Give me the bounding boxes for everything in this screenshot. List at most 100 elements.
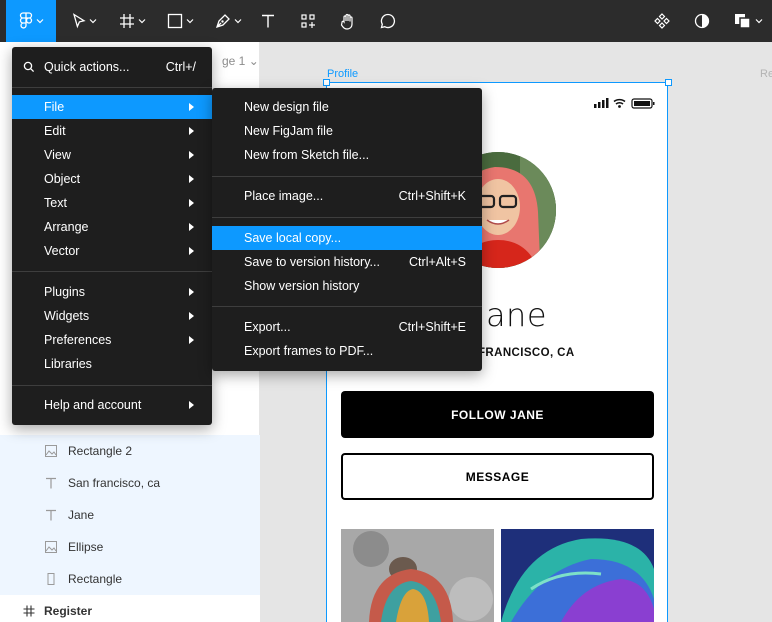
move-tool-button[interactable] xyxy=(66,0,102,42)
menu-item-object[interactable]: Object xyxy=(12,167,212,191)
chevron-right-icon xyxy=(189,127,194,135)
menu-item-label: New design file xyxy=(244,100,329,114)
menu-item-label: Object xyxy=(44,172,81,186)
menu-divider xyxy=(212,217,482,218)
layer-item[interactable]: Rectangle 2 xyxy=(0,435,260,467)
menu-item-new-from-sketch[interactable]: New from Sketch file... xyxy=(212,143,482,167)
follow-button[interactable]: FOLLOW JANE xyxy=(341,391,654,438)
resources-button[interactable] xyxy=(292,0,324,42)
pen-tool-button[interactable] xyxy=(210,0,246,42)
page-name: ge 1 xyxy=(222,54,246,68)
menu-item-new-figjam-file[interactable]: New FigJam file xyxy=(212,119,482,143)
contrast-button[interactable] xyxy=(686,0,718,42)
menu-item-plugins[interactable]: Plugins xyxy=(12,280,212,304)
menu-item-text[interactable]: Text xyxy=(12,191,212,215)
menu-item-libraries[interactable]: Libraries xyxy=(12,352,212,376)
menu-item-export[interactable]: Export... Ctrl+Shift+E xyxy=(212,315,482,339)
menu-item-label: Save to version history... xyxy=(244,255,380,269)
menu-item-vector[interactable]: Vector xyxy=(12,239,212,263)
chevron-down-icon: ⌄ xyxy=(248,54,259,68)
layer-item[interactable]: Jane xyxy=(0,499,260,531)
message-button[interactable]: MESSAGE xyxy=(341,453,654,500)
menu-item-label: New FigJam file xyxy=(244,124,333,138)
menu-item-label: Place image... xyxy=(244,189,324,203)
menu-item-label: Edit xyxy=(44,124,66,138)
image-icon xyxy=(44,444,58,458)
comment-tool-button[interactable] xyxy=(372,0,404,42)
layer-label: Register xyxy=(44,604,93,618)
quick-actions-item[interactable]: Quick actions... Ctrl+/ xyxy=(12,55,212,79)
menu-item-show-version-history[interactable]: Show version history xyxy=(212,274,482,298)
shape-tool-button[interactable] xyxy=(162,0,198,42)
chevron-right-icon xyxy=(189,312,194,320)
menu-divider xyxy=(212,306,482,307)
menu-item-widgets[interactable]: Widgets xyxy=(12,304,212,328)
text-icon xyxy=(44,508,58,522)
menu-item-save-to-version-history[interactable]: Save to version history... Ctrl+Alt+S xyxy=(212,250,482,274)
file-submenu: New design file New FigJam file New from… xyxy=(212,88,482,371)
next-frame-label[interactable]: Re xyxy=(760,68,772,80)
menu-item-label: Widgets xyxy=(44,309,90,323)
menu-item-edit[interactable]: Edit xyxy=(12,119,212,143)
menu-item-file[interactable]: File xyxy=(12,95,212,119)
chevron-right-icon xyxy=(189,336,194,344)
layer-label: Rectangle xyxy=(68,572,123,586)
menu-item-label: File xyxy=(44,100,65,114)
components-button[interactable] xyxy=(646,0,678,42)
cursor-icon xyxy=(72,13,86,29)
gallery-photo[interactable] xyxy=(341,529,494,622)
contrast-icon xyxy=(694,13,710,29)
menu-item-label: Arrange xyxy=(44,220,89,234)
pen-icon xyxy=(215,14,230,29)
layer-label: San francisco, ca xyxy=(68,476,161,490)
profile-city[interactable]: FRANCISCO, CA xyxy=(478,347,575,359)
chevron-down-icon xyxy=(138,19,145,24)
menu-item-label: Vector xyxy=(44,244,80,258)
layer-item[interactable]: San francisco, ca xyxy=(0,467,260,499)
menu-item-view[interactable]: View xyxy=(12,143,212,167)
layer-item[interactable]: Ellipse xyxy=(0,531,260,563)
gallery-photo-image xyxy=(341,529,494,622)
chevron-right-icon xyxy=(189,103,194,111)
menu-item-label: Show version history xyxy=(244,279,360,293)
resources-icon xyxy=(301,14,315,28)
profile-name[interactable]: Jane xyxy=(476,296,547,334)
text-icon xyxy=(44,476,58,490)
rectangle-icon xyxy=(167,13,182,29)
resize-handle[interactable] xyxy=(665,79,672,86)
layer-label: Rectangle 2 xyxy=(68,444,133,458)
menu-item-shortcut: Ctrl+/ xyxy=(165,60,196,74)
layer-item[interactable]: Rectangle xyxy=(0,563,260,595)
rect-icon xyxy=(44,572,58,586)
main-menu-button[interactable] xyxy=(6,0,56,42)
menu-item-place-image[interactable]: Place image... Ctrl+Shift+K xyxy=(212,184,482,208)
chevron-right-icon xyxy=(189,223,194,231)
menu-item-label: Plugins xyxy=(44,285,85,299)
page-selector[interactable]: ge 1 ⌄ xyxy=(222,54,259,68)
text-tool-button[interactable] xyxy=(252,0,284,42)
menu-item-label: Export... xyxy=(244,320,291,334)
layer-item-register[interactable]: Register xyxy=(0,595,260,622)
menu-item-label: View xyxy=(44,148,71,162)
menu-item-help-and-account[interactable]: Help and account xyxy=(12,393,212,417)
comment-icon xyxy=(380,13,396,29)
search-icon xyxy=(23,61,35,73)
image-icon xyxy=(44,540,58,554)
menu-item-export-frames-to-pdf[interactable]: Export frames to PDF... xyxy=(212,339,482,363)
resize-handle[interactable] xyxy=(323,79,330,86)
menu-item-label: Save local copy... xyxy=(244,231,342,245)
chevron-right-icon xyxy=(189,288,194,296)
gallery-photo[interactable] xyxy=(501,529,654,622)
hand-tool-button[interactable] xyxy=(332,0,364,42)
chevron-right-icon xyxy=(189,247,194,255)
menu-item-arrange[interactable]: Arrange xyxy=(12,215,212,239)
multiplayer-button[interactable] xyxy=(728,0,768,42)
frame-label[interactable]: Profile xyxy=(327,68,358,80)
menu-item-preferences[interactable]: Preferences xyxy=(12,328,212,352)
frame-tool-button[interactable] xyxy=(114,0,150,42)
components-icon xyxy=(654,13,670,29)
chevron-down-icon xyxy=(755,19,762,24)
menu-item-save-local-copy[interactable]: Save local copy... xyxy=(212,226,482,250)
layer-label: Ellipse xyxy=(68,540,104,554)
menu-item-new-design-file[interactable]: New design file xyxy=(212,95,482,119)
